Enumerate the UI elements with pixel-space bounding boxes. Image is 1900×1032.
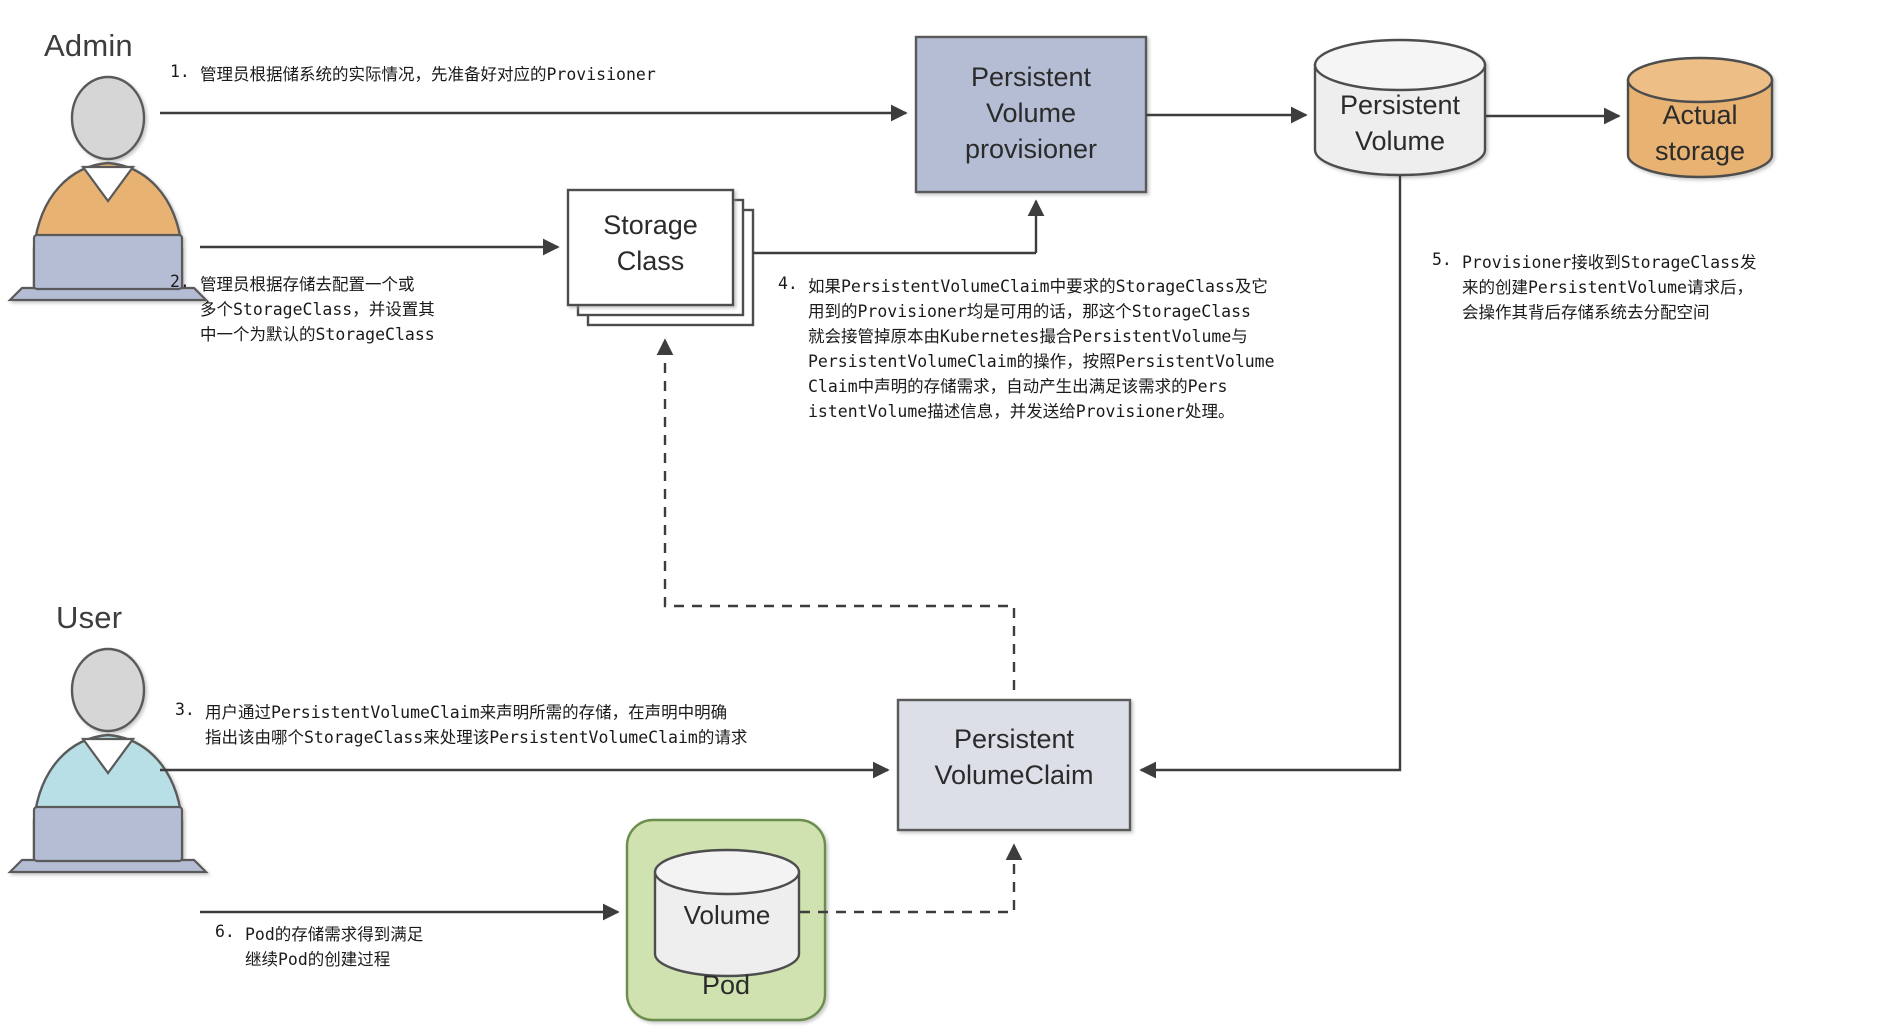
step-3-number: 3. xyxy=(175,700,195,719)
step-4: 4. 如果PersistentVolumeClaim中要求的StorageCla… xyxy=(778,274,1275,424)
step-4-text: 如果PersistentVolumeClaim中要求的StorageClass及… xyxy=(808,277,1275,422)
node-label-pvc: Persistent VolumeClaim xyxy=(934,724,1094,790)
step-2-text: 管理员根据存储去配置一个或 多个StorageClass，并设置其 中一个为默认… xyxy=(200,275,435,345)
node-label-volume: Volume xyxy=(683,900,771,930)
node-label-storage-class: Storage Class xyxy=(603,210,698,276)
step-3-text: 用户通过PersistentVolumeClaim来声明所需的存储，在声明中明确… xyxy=(205,703,748,748)
connector-pv-to-pvc xyxy=(1139,175,1402,779)
step-3: 3. 用户通过PersistentVolumeClaim来声明所需的存储，在声明… xyxy=(175,700,747,750)
step-1-text: 管理员根据储系统的实际情况，先准备好对应的Provisioner xyxy=(200,65,656,84)
node-label-pod: Pod xyxy=(701,970,751,1000)
step-6-text: Pod的存储需求得到满足 继续Pod的创建过程 xyxy=(245,925,424,970)
node-label-persistent-volume: Persistent Volume xyxy=(1339,90,1461,156)
step-5-number: 5. xyxy=(1432,250,1452,269)
actor-user-figure xyxy=(7,647,209,874)
actor-admin-figure xyxy=(7,75,209,302)
step-1-number: 1. xyxy=(170,62,190,81)
connector-volume-to-pvc xyxy=(800,843,1023,914)
actor-label-admin: Admin xyxy=(44,28,133,63)
step-4-number: 4. xyxy=(778,274,798,293)
actor-label-user: User xyxy=(56,600,123,635)
step-1: 1. 管理员根据储系统的实际情况，先准备好对应的Provisioner xyxy=(170,62,656,87)
step-6: 6. Pod的存储需求得到满足 继续Pod的创建过程 xyxy=(215,922,423,972)
node-label-pv-provisioner: Persistent Volume provisioner xyxy=(964,62,1098,164)
step-5-text: Provisioner接收到StorageClass发 来的创建Persiste… xyxy=(1462,253,1757,323)
step-2: 2. 管理员根据存储去配置一个或 多个StorageClass，并设置其 中一个… xyxy=(170,272,435,347)
step-2-number: 2. xyxy=(170,272,190,291)
step-5: 5. Provisioner接收到StorageClass发 来的创建Persi… xyxy=(1432,250,1756,325)
step-6-number: 6. xyxy=(215,922,235,941)
node-label-actual-storage: Actual storage xyxy=(1654,100,1746,166)
